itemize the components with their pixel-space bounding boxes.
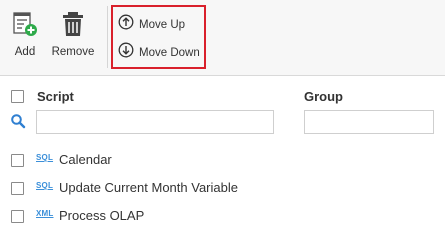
group-filter-input[interactable] xyxy=(305,111,433,133)
script-name[interactable]: Update Current Month Variable xyxy=(59,180,238,195)
script-name[interactable]: Calendar xyxy=(59,152,112,167)
move-up-label: Move Up xyxy=(139,18,186,31)
table-row[interactable]: XML Process OLAP xyxy=(0,204,445,228)
arrow-down-circle-icon xyxy=(118,42,134,63)
add-button[interactable]: Add xyxy=(8,10,42,58)
move-buttons-highlight: Move Up Move Down xyxy=(111,5,206,69)
row-checkbox[interactable] xyxy=(11,154,24,167)
remove-label: Remove xyxy=(51,46,95,58)
script-filter-input[interactable] xyxy=(37,111,273,133)
arrow-up-circle-icon xyxy=(118,14,134,35)
select-all-checkbox[interactable] xyxy=(11,90,24,103)
move-down-label: Move Down xyxy=(139,46,200,59)
column-header-group[interactable]: Group xyxy=(304,89,343,104)
move-down-button[interactable]: Move Down xyxy=(118,42,200,63)
add-label: Add xyxy=(14,46,36,58)
toolbar-separator xyxy=(107,6,108,68)
row-checkbox[interactable] xyxy=(11,182,24,195)
script-filter-field[interactable] xyxy=(36,110,274,134)
search-icon xyxy=(10,113,26,134)
sql-file-icon: SQL xyxy=(36,153,54,162)
sql-file-icon: SQL xyxy=(36,181,54,190)
trash-icon xyxy=(59,10,87,43)
group-filter-field[interactable] xyxy=(304,110,434,134)
xml-file-icon: XML xyxy=(36,209,54,218)
table-row[interactable]: SQL Calendar xyxy=(0,148,445,172)
toolbar: Add Remove Move Up Move Down xyxy=(0,0,445,76)
script-name[interactable]: Process OLAP xyxy=(59,208,144,223)
remove-button[interactable]: Remove xyxy=(52,10,94,58)
add-script-icon xyxy=(11,10,39,43)
row-checkbox[interactable] xyxy=(11,210,24,223)
table-row[interactable]: SQL Update Current Month Variable xyxy=(0,176,445,200)
move-up-button[interactable]: Move Up xyxy=(118,14,185,35)
column-header-script[interactable]: Script xyxy=(37,89,74,104)
